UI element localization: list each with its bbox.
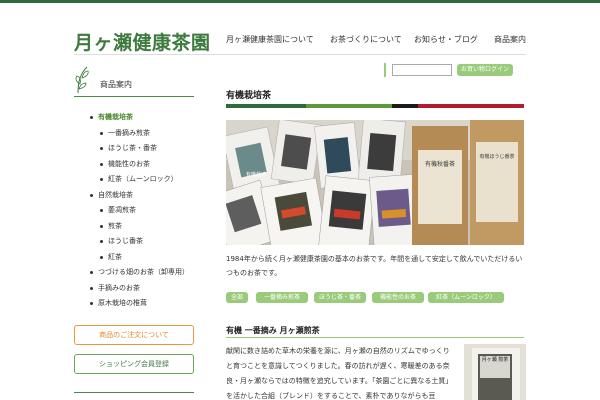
nav-tea-making[interactable]: お茶づくりについて: [330, 34, 402, 45]
section-divider: [226, 337, 524, 338]
tag-houjicha-bancha[interactable]: ほうじ茶・番茶: [314, 292, 366, 303]
sidebar-category-list: 有機栽培茶 一番摘み煎茶 ほうじ茶・番茶 機能性のお茶 紅茶（ムーンロック） 自…: [90, 110, 189, 312]
tea-leaf-icon: [75, 66, 89, 94]
product-thumbnail[interactable]: 月ヶ瀬 煎茶: [464, 344, 526, 400]
sidebar-item-wholesale[interactable]: つづける畑のお茶（卸専用）: [90, 265, 189, 281]
shopping-login-button[interactable]: お買い物ログイン: [457, 64, 513, 76]
nav-about[interactable]: 月ヶ瀬健康茶園について: [226, 34, 314, 45]
sidebar-item-handpicked[interactable]: 手摘みのお茶: [90, 281, 189, 297]
sidebar-item-houjicha-bancha[interactable]: ほうじ茶・番茶: [90, 141, 189, 157]
tag-functional-tea[interactable]: 機能性のお茶: [372, 292, 424, 303]
nav-products[interactable]: 商品案内: [494, 34, 526, 45]
login-input[interactable]: [392, 64, 452, 76]
tag-all[interactable]: 全部: [226, 292, 248, 303]
order-info-button[interactable]: 商品のご注文について: [74, 325, 194, 345]
sidebar-divider: [74, 96, 194, 97]
member-register-button[interactable]: ショッピング会員登録: [74, 354, 194, 374]
login-accent-bar: [384, 63, 386, 77]
sidebar-bottom-divider: [74, 392, 194, 393]
sidebar-item-houji-bancha[interactable]: ほうじ番茶: [90, 234, 189, 250]
sidebar-item-shiitake[interactable]: 原木栽培の椎茸: [90, 296, 189, 312]
sidebar-item-black-tea[interactable]: 紅茶: [90, 250, 189, 266]
nav-news-blog[interactable]: お知らせ・ブログ: [414, 34, 478, 45]
site-logo[interactable]: 月ヶ瀬健康茶園: [74, 28, 211, 55]
section-body: 献閑に数き詰めた草木の栄養を源に、月ヶ瀬の自然のリズムでゆっくりと育つことを意識…: [226, 347, 453, 400]
sidebar-item-organic[interactable]: 有機栽培茶: [90, 110, 189, 126]
product-photo: 有機秋番茶 有機ほうじ番茶 有機栽培: [226, 120, 524, 245]
sidebar-item-ichou-sencha[interactable]: 萎凋煎茶: [90, 203, 189, 219]
page-title: 有機栽培茶: [226, 91, 272, 101]
sidebar-item-black-tea-moonrock[interactable]: 紅茶（ムーンロック）: [90, 172, 189, 188]
sidebar-item-natural[interactable]: 自然栽培茶: [90, 188, 189, 204]
svg-text:有機秋番茶: 有機秋番茶: [425, 160, 455, 168]
sidebar-item-functional-tea[interactable]: 機能性のお茶: [90, 157, 189, 173]
title-color-stripe: [226, 104, 524, 108]
sidebar-item-ichiban-sencha[interactable]: 一番摘み煎茶: [90, 126, 189, 142]
intro-text: 1984年から続く月ヶ瀬健康茶園の基本のお茶です。年間を通して安定して飲んでいた…: [226, 255, 523, 277]
tag-black-tea-moonrock[interactable]: 紅茶（ムーンロック）: [428, 292, 504, 303]
header-divider: [74, 54, 526, 55]
sidebar-item-sencha[interactable]: 煎茶: [90, 219, 189, 235]
svg-text:有機栽培: 有機栽培: [246, 171, 266, 178]
section-title: 有機 一番摘み 月ヶ瀬煎茶: [226, 326, 320, 335]
thumbnail-label: 月ヶ瀬 煎茶: [481, 357, 509, 363]
top-accent-line: [0, 0, 600, 3]
svg-text:有機ほうじ番茶: 有機ほうじ番茶: [479, 153, 514, 160]
sidebar-title: 商品案内: [100, 80, 132, 89]
tag-ichiban-sencha[interactable]: 一番摘み煎茶: [256, 292, 308, 303]
